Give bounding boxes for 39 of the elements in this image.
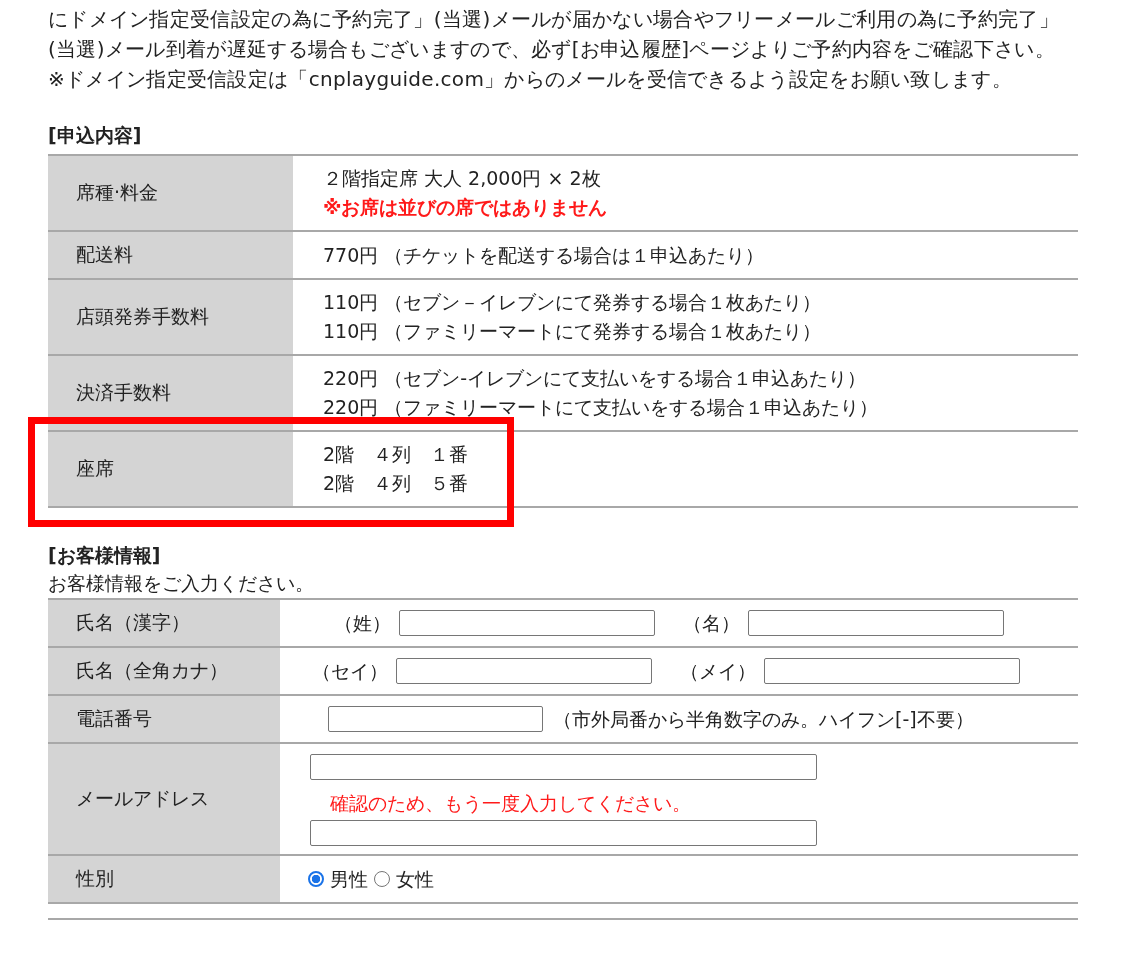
value-text: ２階指定席 大人 2,000円 × 2枚	[323, 166, 602, 191]
input-field[interactable]	[764, 658, 1020, 684]
input-field[interactable]	[399, 610, 655, 636]
row-label: 決済手数料	[48, 356, 293, 430]
input-field[interactable]	[328, 706, 543, 732]
row-label: 配送料	[48, 232, 293, 278]
option-label: 男性	[330, 866, 368, 892]
input-field[interactable]	[396, 658, 652, 684]
field-label: （セイ）	[312, 658, 388, 684]
warning-text: ※お席は並びの席ではありません	[323, 195, 608, 220]
field-label: （名）	[683, 610, 740, 636]
value-text: 110円 （ファミリーマートにて発券する場合１枚あたり）	[323, 319, 822, 344]
radio-button[interactable]	[308, 871, 324, 887]
row-label: 席種·料金	[48, 156, 293, 230]
notice-text: にドメイン指定受信設定の為に予約完了」(当選)メールが届かない場合やフリーメールご利用の為に予約完了」(当選)メール到着が遅延する場合もございますので、必ず[お申込履歴]ページよりご予約内容をご確認下さい。 ※ドメイン指定受信設定は「cnplayguide.com」からのメールを受信できるよう設定をお願い致します。	[48, 6, 1060, 93]
value-text: 220円 （ファミリーマートにて支払いをする場合１申込あたり）	[323, 395, 879, 420]
field-label: （姓）	[334, 610, 391, 636]
value-text: 220円 （セブン-イレブンにて支払いをする場合１申込あたり）	[323, 366, 868, 391]
value-text: 110円 （セブン－イレブンにて発券する場合１枚あたり）	[323, 290, 822, 315]
field-label: （メイ）	[680, 658, 756, 684]
intro-text: お客様情報をご入力ください。	[48, 571, 315, 596]
section-heading: [申込内容]	[48, 123, 143, 148]
row-label: メールアドレス	[48, 744, 280, 854]
row-label: 氏名（漢字）	[48, 600, 280, 646]
value-text: 770円 （チケットを配送する場合は１申込あたり）	[323, 242, 765, 268]
confirm-text: 確認のため、もう一度入力してください。	[330, 791, 691, 816]
option-label: 女性	[396, 866, 434, 892]
section-heading: [お客様情報]	[48, 543, 162, 568]
input-field[interactable]	[310, 754, 817, 780]
input-field[interactable]	[748, 610, 1004, 636]
row-label: 座席	[48, 432, 293, 506]
value-text: 2階 ４列 ５番	[323, 471, 469, 496]
row-label: 性別	[48, 856, 280, 902]
row-label: 氏名（全角カナ）	[48, 648, 280, 694]
input-field[interactable]	[310, 820, 817, 846]
value-text: 2階 ４列 １番	[323, 442, 469, 467]
row-label: 電話番号	[48, 696, 280, 742]
row-label: 店頭発券手数料	[48, 280, 293, 354]
hint-text: （市外局番から半角数字のみ。ハイフン[-]不要）	[553, 706, 974, 732]
